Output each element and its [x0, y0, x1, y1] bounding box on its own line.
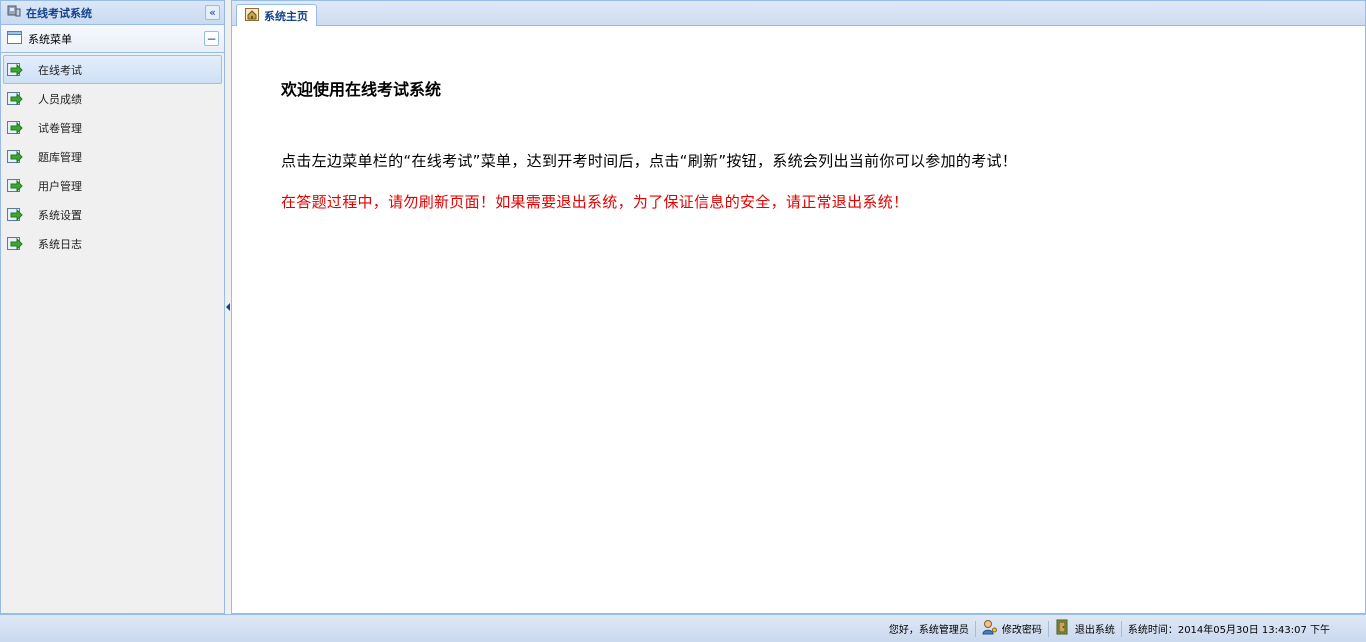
west-title: 在线考试系统	[26, 6, 92, 20]
collapse-west-button[interactable]: «	[205, 5, 220, 20]
status-bar: 您好，系统管理员 修改密码 退出系统 系统时间： 2014年05月30日 13:…	[0, 614, 1366, 642]
menu-item-label: 系统日志	[38, 237, 82, 251]
minus-icon: −	[206, 31, 217, 46]
menu-item-label: 试卷管理	[38, 121, 82, 135]
instruction-text: 点击左边菜单栏的“在线考试”菜单，达到开考时间后，点击“刷新”按钮，系统会列出当…	[281, 152, 1018, 170]
user-key-icon	[982, 619, 998, 638]
greeting: 您好，系统管理员	[883, 621, 975, 636]
system-time-label: 系统时间：	[1127, 625, 1178, 636]
arrow-right-icon	[7, 149, 24, 164]
arrow-right-icon	[7, 62, 24, 77]
accordion-collapse-button[interactable]: −	[204, 31, 219, 46]
tab-home[interactable]: 系统主页	[236, 4, 317, 26]
welcome-heading: 欢迎使用在线考试系统	[281, 80, 442, 99]
menu-item-label: 人员成绩	[38, 92, 82, 106]
arrow-right-icon	[7, 120, 24, 135]
menu-item-label: 在线考试	[38, 63, 82, 77]
greeting-text: 您好，系统管理员	[888, 625, 969, 636]
menu-item-system-log[interactable]: 系统日志	[1, 229, 224, 258]
system-time: 系统时间： 2014年05月30日 13:43:07 下午	[1122, 621, 1336, 636]
menu-item-label: 系统设置	[38, 208, 82, 222]
arrow-right-icon	[7, 178, 24, 193]
home-icon	[245, 7, 259, 24]
menu-item-label: 题库管理	[38, 150, 82, 164]
menu-item-user-management[interactable]: 用户管理	[1, 171, 224, 200]
menu-item-paper-management[interactable]: 试卷管理	[1, 113, 224, 142]
accordion-header-system-menu[interactable]: 系统菜单 −	[1, 25, 224, 53]
tab-strip: 系统主页	[232, 1, 1365, 26]
menu-item-system-settings[interactable]: 系统设置	[1, 200, 224, 229]
system-icon	[7, 4, 21, 21]
arrow-right-icon	[7, 207, 24, 222]
system-time-value: 2014年05月30日 13:43:07 下午	[1177, 625, 1330, 636]
west-panel: 在线考试系统 « 系统菜单 − 在线考试 人员成绩 试卷管理 题库管理 用户管理…	[0, 0, 225, 614]
change-password-button[interactable]: 修改密码	[976, 619, 1048, 638]
tab-label: 系统主页	[264, 9, 308, 23]
west-header: 在线考试系统 «	[1, 1, 224, 25]
menu-item-online-exam[interactable]: 在线考试	[3, 55, 222, 84]
menu-item-personnel-scores[interactable]: 人员成绩	[1, 84, 224, 113]
warning-text: 在答题过程中，请勿刷新页面！如果需要退出系统，为了保证信息的安全，请正常退出系统…	[281, 193, 909, 211]
exit-door-icon	[1055, 619, 1071, 638]
home-content: 欢迎使用在线考试系统 点击左边菜单栏的“在线考试”菜单，达到开考时间后，点击“刷…	[232, 26, 1365, 212]
menu-item-question-bank[interactable]: 题库管理	[1, 142, 224, 171]
arrow-right-icon	[7, 91, 24, 106]
logout-button[interactable]: 退出系统	[1049, 619, 1121, 638]
double-chevron-left-icon: «	[209, 6, 216, 19]
accordion-label: 系统菜单	[28, 32, 72, 46]
system-menu: 在线考试 人员成绩 试卷管理 题库管理 用户管理 系统设置 系统日志	[1, 53, 224, 258]
center-panel: 系统主页 欢迎使用在线考试系统 点击左边菜单栏的“在线考试”菜单，达到开考时间后…	[231, 0, 1366, 614]
collapse-arrow-icon[interactable]	[226, 303, 230, 311]
menu-item-label: 用户管理	[38, 179, 82, 193]
arrow-right-icon	[7, 236, 24, 251]
change-password-label: 修改密码	[1001, 625, 1042, 636]
logout-label: 退出系统	[1074, 625, 1115, 636]
panel-icon	[7, 30, 22, 47]
